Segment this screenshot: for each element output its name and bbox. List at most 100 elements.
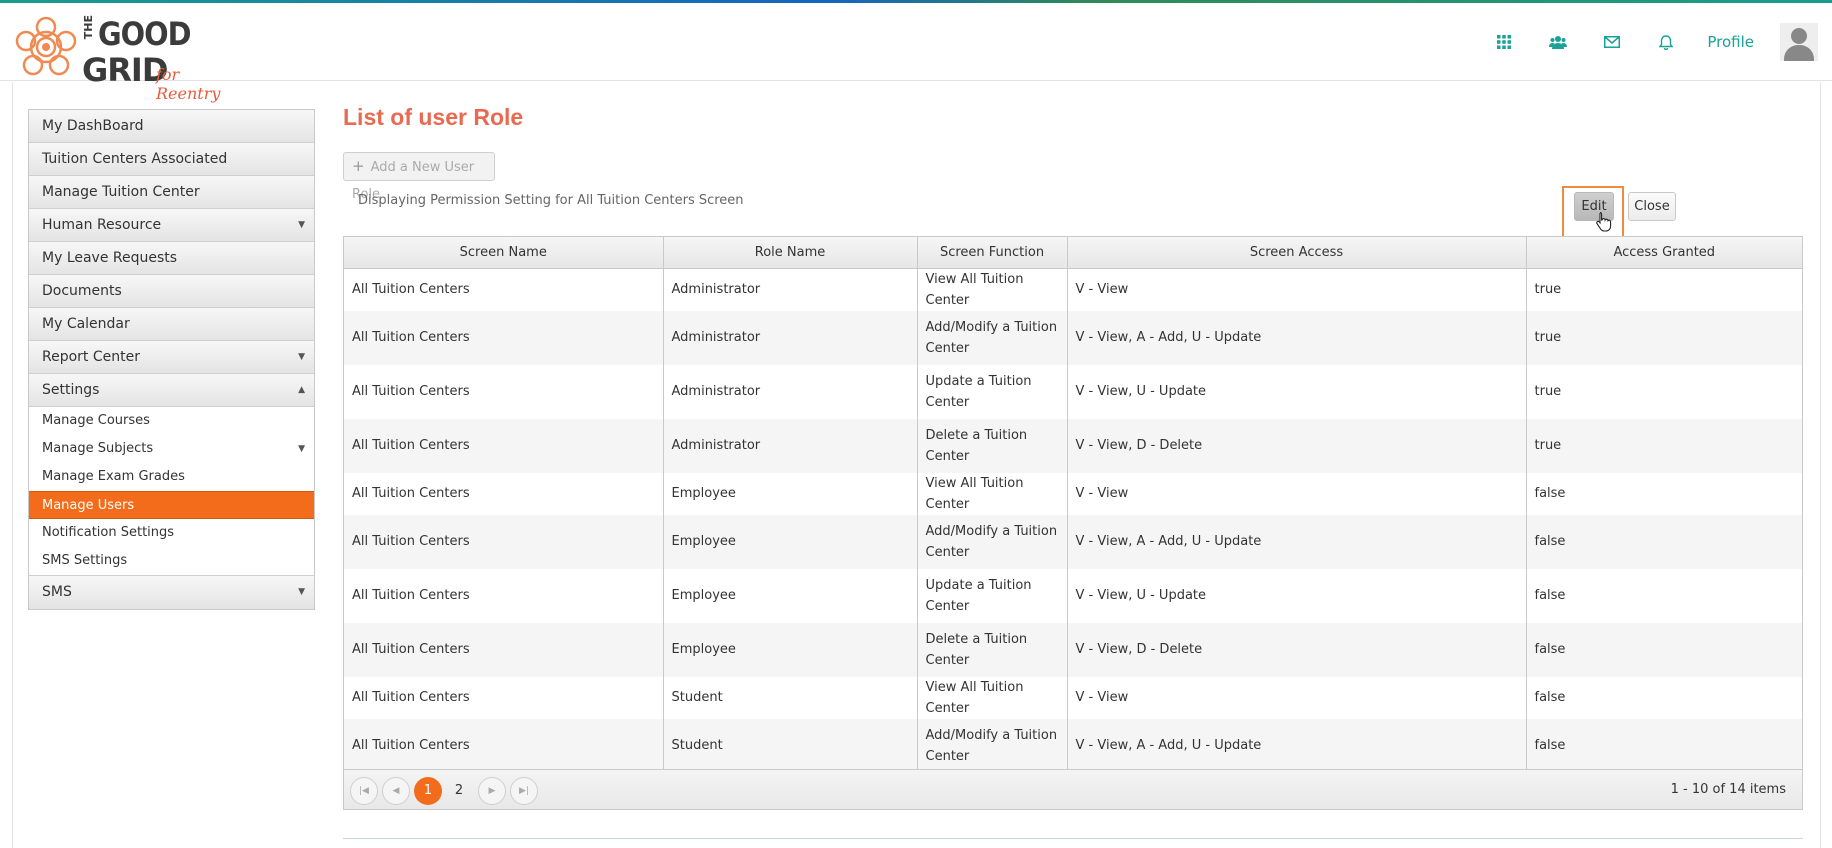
submenu-item-manage-exam-grades[interactable]: Manage Exam Grades bbox=[29, 463, 314, 491]
page-title: List of user Role bbox=[343, 104, 524, 130]
bell-icon[interactable] bbox=[1639, 3, 1693, 81]
page-1-button[interactable]: 1 bbox=[414, 777, 442, 805]
mail-icon[interactable] bbox=[1585, 3, 1639, 81]
submenu-item-label: Manage Courses bbox=[42, 413, 150, 428]
sidebar-item-label: My DashBoard bbox=[42, 118, 144, 134]
close-button[interactable]: Close bbox=[1628, 192, 1676, 221]
table-row[interactable]: All Tuition Centers Administrator Update a… bbox=[344, 364, 1802, 419]
permission-caption: Displaying Permission Setting for All Tu… bbox=[358, 193, 744, 208]
cell-access-granted: true bbox=[1534, 282, 1562, 297]
sidebar-item-label: My Calendar bbox=[42, 316, 130, 332]
header-actions: Profile bbox=[1477, 3, 1832, 81]
prev-page-icon[interactable]: ◀ bbox=[382, 777, 410, 805]
caret-down-icon: ▼ bbox=[298, 444, 305, 454]
sidebar-item-leave-requests[interactable]: My Leave Requests bbox=[29, 242, 314, 275]
logo-grid: GRID bbox=[82, 51, 168, 89]
sidebar-item-dashboard[interactable]: My DashBoard bbox=[29, 110, 314, 143]
profile-link[interactable]: Profile bbox=[1707, 33, 1754, 51]
table-row[interactable]: All Tuition Centers Employee Delete a Tuit… bbox=[344, 622, 1802, 677]
settings-submenu: Manage Courses Manage Subjects ▼ Manage E… bbox=[29, 407, 314, 576]
cell-access-granted: false bbox=[1534, 486, 1566, 501]
submenu-item-notification-settings[interactable]: Notification Settings bbox=[29, 519, 314, 547]
sidebar-item-label: Report Center bbox=[42, 349, 140, 365]
cell-role-name: Administrator bbox=[663, 364, 918, 419]
column-header-role-name[interactable]: Role Name bbox=[663, 237, 918, 269]
logo-the: THE bbox=[82, 15, 95, 40]
cell-role-name: Employee bbox=[663, 472, 918, 515]
column-header-access-granted[interactable]: Access Granted bbox=[1526, 237, 1802, 269]
sidebar-item-report-center[interactable]: Report Center ▼ bbox=[29, 341, 314, 374]
left-page-border bbox=[12, 82, 13, 848]
cell-screen-name: All Tuition Centers bbox=[344, 622, 664, 677]
table-row[interactable]: All Tuition Centers Student Add/Modify a T… bbox=[344, 718, 1802, 773]
pager-info: 1 - 10 of 14 items bbox=[1670, 782, 1786, 797]
user-role-table: Screen Name Role Name Screen Function Sc… bbox=[344, 237, 1802, 773]
column-header-screen-access[interactable]: Screen Access bbox=[1067, 237, 1527, 269]
good-grid-logo[interactable]: THE GOOD GRID for Reentry bbox=[10, 11, 230, 103]
table-row[interactable]: All Tuition Centers Employee Add/Modify a … bbox=[344, 514, 1802, 569]
plus-icon: + bbox=[352, 157, 365, 175]
table-row[interactable]: All Tuition Centers Administrator View All… bbox=[344, 268, 1802, 311]
page-2-button[interactable]: 2 bbox=[445, 777, 473, 805]
sidebar-item-label: Tuition Centers Associated bbox=[42, 151, 228, 167]
sidebar-item-sms[interactable]: SMS ▼ bbox=[29, 576, 314, 609]
cell-screen-access: V - View, U - Update bbox=[1067, 568, 1527, 623]
cell-role-name: Administrator bbox=[663, 310, 918, 365]
add-user-role-button[interactable]: + Add a New User Role bbox=[343, 152, 495, 202]
caret-down-icon: ▼ bbox=[298, 352, 305, 362]
user-role-grid: Screen Name Role Name Screen Function Sc… bbox=[343, 236, 1803, 810]
cell-access-granted: false bbox=[1526, 622, 1802, 677]
sidebar-item-label: SMS bbox=[42, 584, 72, 600]
table-row[interactable]: All Tuition Centers Administrator Delete a… bbox=[344, 418, 1802, 473]
cell-access-granted: true bbox=[1534, 384, 1562, 399]
table-row[interactable]: All Tuition Centers Student View All Tuiti… bbox=[344, 676, 1802, 719]
cell-role-name: Employee bbox=[663, 568, 918, 623]
cell-access-granted: true bbox=[1526, 418, 1802, 473]
table-row[interactable]: All Tuition Centers Employee View All Tuit… bbox=[344, 472, 1802, 515]
cell-access-granted: false bbox=[1526, 514, 1802, 569]
cell-role-name: Administrator bbox=[663, 268, 918, 311]
cell-screen-function: Update a Tuition Center bbox=[917, 568, 1068, 623]
sidebar-item-calendar[interactable]: My Calendar bbox=[29, 308, 314, 341]
submenu-item-sms-settings[interactable]: SMS Settings bbox=[29, 547, 314, 575]
sidebar-item-settings[interactable]: Settings ▲ bbox=[29, 374, 314, 407]
submenu-item-label: Manage Users bbox=[42, 498, 135, 513]
first-page-icon[interactable]: |◀ bbox=[350, 777, 378, 805]
right-page-border bbox=[1820, 82, 1821, 848]
cell-screen-name: All Tuition Centers bbox=[344, 310, 664, 365]
cell-screen-access: V - View, A - Add, U - Update bbox=[1067, 718, 1527, 773]
cell-screen-function: Add/Modify a Tuition Center bbox=[917, 514, 1068, 569]
cell-screen-function: Update a Tuition Center bbox=[917, 364, 1068, 419]
sidebar-item-manage-tuition-center[interactable]: Manage Tuition Center bbox=[29, 176, 314, 209]
caret-up-icon: ▲ bbox=[298, 385, 305, 395]
flower-logo-icon bbox=[15, 16, 77, 76]
submenu-item-label: Notification Settings bbox=[42, 525, 175, 540]
cell-screen-access: V - View, A - Add, U - Update bbox=[1067, 514, 1527, 569]
submenu-item-manage-courses[interactable]: Manage Courses bbox=[29, 407, 314, 435]
avatar-body bbox=[1784, 45, 1814, 61]
table-header-row: Screen Name Role Name Screen Function Sc… bbox=[344, 237, 1802, 269]
sidebar-item-tuition-centers-associated[interactable]: Tuition Centers Associated bbox=[29, 143, 314, 176]
cell-screen-access: V - View, D - Delete bbox=[1067, 622, 1527, 677]
content-bottom-divider bbox=[343, 838, 1803, 839]
users-icon[interactable] bbox=[1531, 3, 1585, 81]
sidebar-item-human-resource[interactable]: Human Resource ▼ bbox=[29, 209, 314, 242]
cell-screen-function: View All Tuition Center bbox=[917, 676, 1068, 719]
sidebar-item-documents[interactable]: Documents bbox=[29, 275, 314, 308]
submenu-item-manage-subjects[interactable]: Manage Subjects ▼ bbox=[29, 435, 314, 463]
grid-pager: |◀ ◀ 1 2 ▶ ▶| 1 - 10 of 14 items bbox=[344, 769, 1802, 809]
sidebar-menu: My DashBoard Tuition Centers Associated … bbox=[28, 109, 315, 610]
avatar[interactable] bbox=[1780, 23, 1818, 61]
submenu-item-manage-users[interactable]: Manage Users bbox=[29, 491, 314, 519]
cell-role-name: Administrator bbox=[663, 418, 918, 473]
table-row[interactable]: All Tuition Centers Employee Update a Tuit… bbox=[344, 568, 1802, 623]
next-page-icon[interactable]: ▶ bbox=[478, 777, 506, 805]
cell-access-granted: false bbox=[1526, 718, 1802, 773]
cell-screen-name: All Tuition Centers bbox=[344, 676, 664, 719]
column-header-screen-function[interactable]: Screen Function bbox=[917, 237, 1068, 269]
last-page-icon[interactable]: ▶| bbox=[510, 777, 538, 805]
hand-cursor-icon bbox=[1596, 211, 1612, 232]
table-row[interactable]: All Tuition Centers Administrator Add/Modi… bbox=[344, 310, 1802, 365]
column-header-screen-name[interactable]: Screen Name bbox=[344, 237, 664, 269]
apps-grid-icon[interactable] bbox=[1477, 3, 1531, 81]
